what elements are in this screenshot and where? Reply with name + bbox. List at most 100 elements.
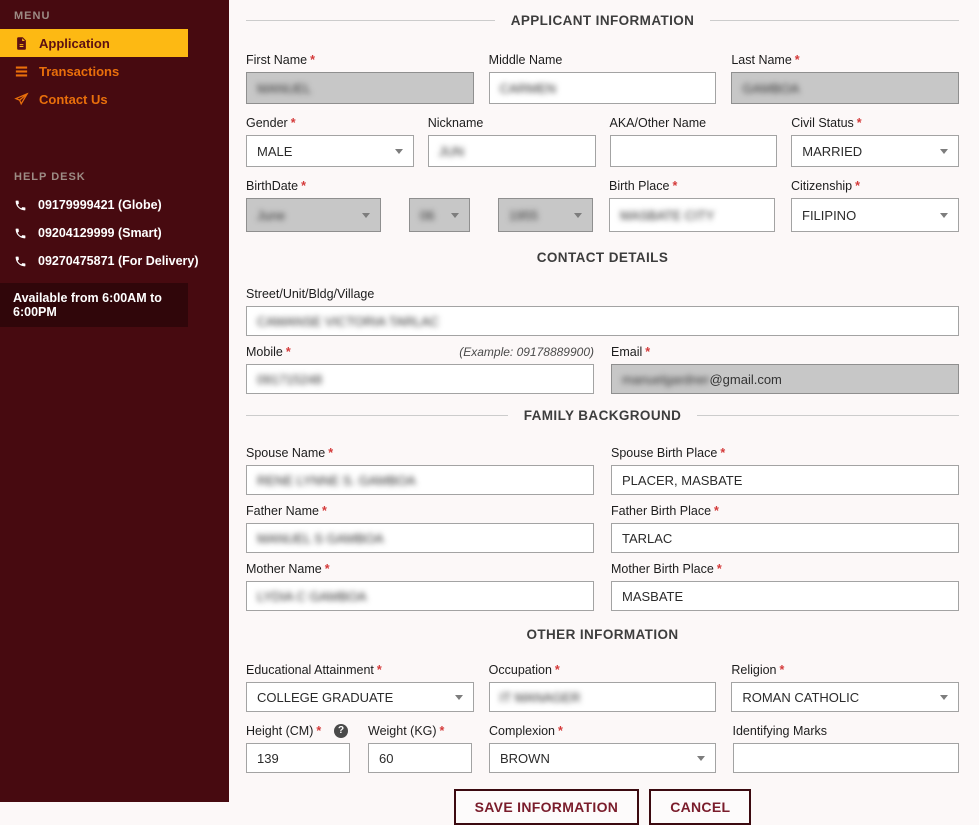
mobile-input[interactable]: 091715248 (246, 364, 594, 394)
required-asterisk: * (286, 345, 291, 359)
spouse-birth-place-input[interactable]: PLACER, MASBATE (611, 465, 959, 495)
phone-number: 09179999421 (Globe) (38, 198, 162, 212)
height-value: 139 (257, 751, 279, 766)
spouse-name-input[interactable]: RENE LYNNE S. GAMBOA (246, 465, 594, 495)
required-asterisk: * (301, 179, 306, 193)
education-select[interactable]: COLLEGE GRADUATE (246, 682, 474, 712)
middle-name-input[interactable]: CARMEN (489, 72, 717, 104)
father-name-input[interactable]: MANUEL S GAMBOA (246, 523, 594, 553)
mobile-example-hint: (Example: 09178889900) (459, 345, 594, 359)
birth-month-value: June (257, 208, 285, 223)
mother-birth-place-input[interactable]: MASBATE (611, 581, 959, 611)
education-value: COLLEGE GRADUATE (257, 690, 393, 705)
required-asterisk: * (291, 116, 296, 130)
help-desk-section-label: HELP DESK (0, 171, 229, 191)
education-label: Educational Attainment (246, 663, 374, 677)
civil-status-select[interactable]: MARRIED (791, 135, 959, 167)
birth-place-input[interactable]: MASBATE CITY (609, 198, 775, 232)
birth-year-value: 1955 (509, 208, 538, 223)
application-form: APPLICANT INFORMATION First Name* MANUEL… (229, 0, 979, 802)
availability-banner: Available from 6:00AM to 6:00PM (0, 283, 188, 327)
complexion-label: Complexion (489, 724, 555, 738)
required-asterisk: * (720, 446, 725, 460)
nickname-input[interactable]: JUN (428, 135, 596, 167)
height-input[interactable]: 139 (246, 743, 350, 773)
street-label: Street/Unit/Bldg/Village (246, 287, 374, 301)
birth-day-select: 06 (409, 198, 470, 232)
save-information-button[interactable]: SAVE INFORMATION (454, 789, 640, 825)
identifying-marks-input[interactable] (733, 743, 960, 773)
weight-input[interactable]: 60 (368, 743, 472, 773)
chevron-down-icon (451, 213, 459, 218)
chevron-down-icon (362, 213, 370, 218)
sidebar-item-transactions[interactable]: Transactions (0, 57, 188, 85)
weight-label: Weight (KG) (368, 724, 437, 738)
religion-select[interactable]: ROMAN CATHOLIC (731, 682, 959, 712)
birth-place-label: Birth Place (609, 179, 669, 193)
divider-line (710, 20, 959, 21)
citizenship-select[interactable]: FILIPINO (791, 198, 959, 232)
section-title: APPLICANT INFORMATION (511, 13, 695, 28)
birth-place-value: MASBATE CITY (620, 208, 714, 223)
father-name-label: Father Name (246, 504, 319, 518)
required-asterisk: * (310, 53, 315, 67)
cancel-button[interactable]: CANCEL (649, 789, 751, 825)
divider-line (246, 634, 510, 635)
email-suffix-value: @gmail.com (709, 372, 781, 387)
aka-input[interactable] (610, 135, 778, 167)
height-label: Height (CM) (246, 724, 313, 738)
gender-value: MALE (257, 144, 292, 159)
sidebar-item-contact-us[interactable]: Contact Us (0, 85, 188, 113)
spouse-name-label: Spouse Name (246, 446, 325, 460)
weight-value: 60 (379, 751, 393, 766)
occupation-input[interactable]: IT MANAGER (489, 682, 717, 712)
mother-name-input[interactable]: LYDIA C GAMBOA (246, 581, 594, 611)
required-asterisk: * (325, 562, 330, 576)
father-birth-place-value: TARLAC (622, 531, 672, 546)
phone-icon (14, 227, 27, 240)
section-heading-family-background: FAMILY BACKGROUND (246, 408, 959, 423)
required-asterisk: * (714, 504, 719, 518)
complexion-select[interactable]: BROWN (489, 743, 716, 773)
last-name-value: GAMBOA (742, 81, 799, 96)
required-asterisk: * (857, 116, 862, 130)
chevron-down-icon (697, 756, 705, 761)
divider-line (246, 257, 521, 258)
complexion-value: BROWN (500, 751, 550, 766)
first-name-label: First Name (246, 53, 307, 67)
chevron-down-icon (395, 149, 403, 154)
street-input[interactable]: CAMANSE VICTORIA TARLAC (246, 306, 959, 336)
gender-label: Gender (246, 116, 288, 130)
aka-label: AKA/Other Name (610, 116, 707, 130)
list-icon (14, 64, 29, 79)
required-asterisk: * (645, 345, 650, 359)
section-title: CONTACT DETAILS (537, 250, 669, 265)
divider-line (246, 415, 508, 416)
gender-select[interactable]: MALE (246, 135, 414, 167)
civil-status-label: Civil Status (791, 116, 854, 130)
first-name-value: MANUEL (257, 81, 311, 96)
required-asterisk: * (322, 504, 327, 518)
section-title: OTHER INFORMATION (526, 627, 678, 642)
phone-number: 09270475871 (For Delivery) (38, 254, 199, 268)
divider-line (246, 20, 495, 21)
sidebar-item-application[interactable]: Application (0, 29, 188, 57)
birth-month-select: June (246, 198, 381, 232)
phone-icon (14, 199, 27, 212)
chevron-down-icon (455, 695, 463, 700)
birth-day-value: 06 (420, 208, 434, 223)
birth-year-select: 1955 (498, 198, 593, 232)
menu-section-label: MENU (0, 0, 229, 29)
section-heading-applicant-information: APPLICANT INFORMATION (246, 13, 959, 28)
citizenship-value: FILIPINO (802, 208, 856, 223)
help-icon[interactable]: ? (334, 724, 348, 738)
identifying-marks-label: Identifying Marks (733, 724, 827, 738)
father-birth-place-label: Father Birth Place (611, 504, 711, 518)
sidebar-item-label: Transactions (39, 64, 119, 79)
required-asterisk: * (316, 724, 321, 738)
father-birth-place-input[interactable]: TARLAC (611, 523, 959, 553)
occupation-value: IT MANAGER (500, 690, 581, 705)
divider-line (695, 634, 959, 635)
mother-name-label: Mother Name (246, 562, 322, 576)
occupation-label: Occupation (489, 663, 552, 677)
